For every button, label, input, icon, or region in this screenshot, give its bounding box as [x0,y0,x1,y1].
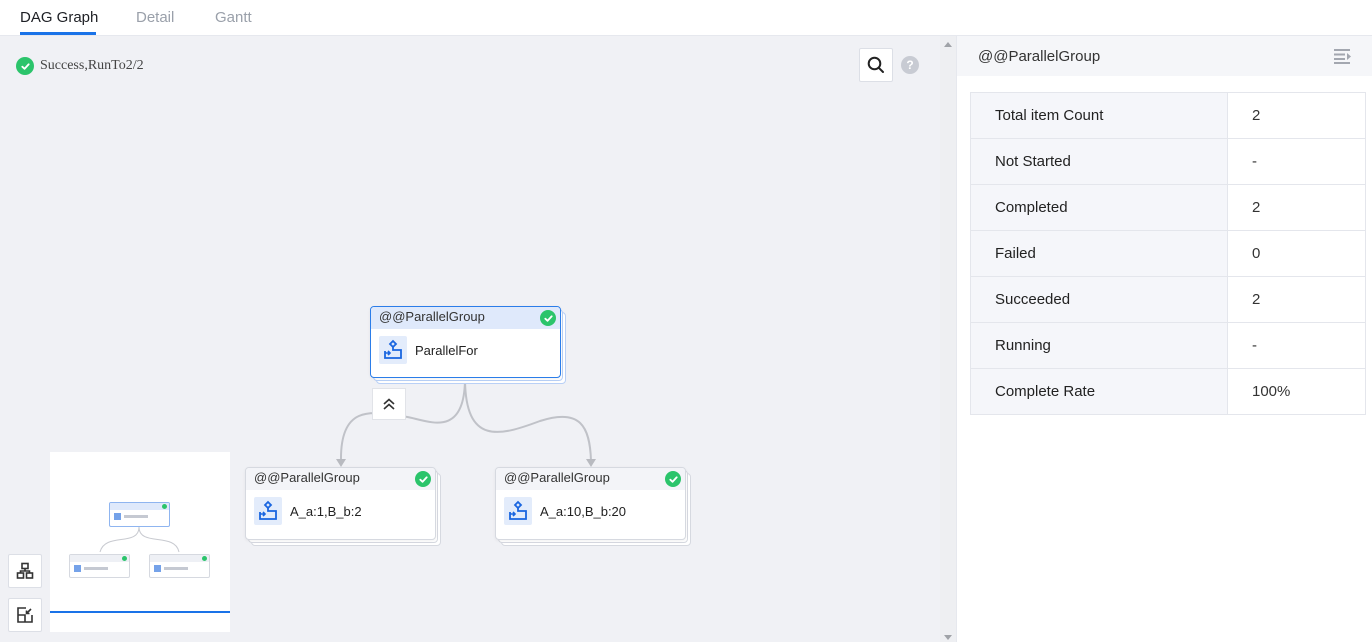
double-chevron-up-icon [383,398,395,410]
minimap-edges [99,526,180,553]
detail-panel: @@ParallelGroup Total item Count 2 Not St… [956,36,1372,642]
node-group-label: @@ParallelGroup [504,470,610,485]
active-tab-indicator [20,32,96,35]
stat-key: Succeeded [970,276,1228,323]
dag-node-root[interactable]: @@ParallelGroup ParallelFor [370,306,566,384]
node-group-label: @@ParallelGroup [379,309,485,324]
table-row: Succeeded 2 [970,276,1366,323]
node-card[interactable]: @@ParallelGroup A_a:1,B_b:2 [245,467,436,540]
stat-value: 100% [1227,368,1366,415]
node-card[interactable]: @@ParallelGroup ParallelFor [370,306,561,378]
success-icon [415,471,431,487]
minimap-node [109,502,170,527]
panel-title: @@ParallelGroup [978,47,1101,65]
stat-value: 2 [1227,92,1366,139]
edge-root-child2 [464,377,592,462]
auto-layout-button[interactable] [8,554,42,588]
scroll-down-arrow[interactable] [944,635,952,640]
fit-view-button[interactable] [8,598,42,632]
dag-node-child1[interactable]: @@ParallelGroup A_a:1,B_b:2 [245,467,441,547]
minimap-viewport-indicator[interactable] [50,611,230,613]
collapse-panel-icon[interactable] [1334,48,1352,64]
stat-value: 2 [1227,184,1366,231]
edge-arrow [586,459,596,467]
tab-bar: DAG Graph Detail Gantt [0,0,1372,36]
stat-value: - [1227,322,1366,369]
node-group-label: @@ParallelGroup [254,470,360,485]
stat-key: Running [970,322,1228,369]
dag-canvas[interactable]: Success,RunTo2/2 ? @@ParallelGroup Paral… [0,36,956,642]
tab-detail[interactable]: Detail [136,9,174,26]
stat-key: Failed [970,230,1228,277]
node-label: A_a:1,B_b:2 [290,503,362,519]
table-row: Complete Rate 100% [970,368,1366,415]
stat-key: Not Started [970,138,1228,185]
parallel-for-icon [504,497,532,525]
stat-value: 2 [1227,276,1366,323]
node-card[interactable]: @@ParallelGroup A_a:10,B_b:20 [495,467,686,540]
success-icon [540,310,556,326]
table-row: Total item Count 2 [970,92,1366,139]
minimap-node [149,554,210,578]
minimap-node [69,554,130,578]
table-row: Failed 0 [970,230,1366,277]
table-row: Completed 2 [970,184,1366,231]
tab-dag-graph[interactable]: DAG Graph [20,9,98,26]
parallel-for-icon [379,336,407,364]
table-row: Not Started - [970,138,1366,185]
minimap[interactable] [50,452,230,632]
table-row: Running - [970,322,1366,369]
parallel-for-icon [254,497,282,525]
stats-table: Total item Count 2 Not Started - Completed… [970,92,1366,415]
vertical-scrollbar[interactable] [940,36,956,642]
hierarchy-icon [16,562,34,579]
stat-key: Complete Rate [970,368,1228,415]
scroll-up-arrow[interactable] [944,42,952,47]
collapse-children-button[interactable] [372,388,406,420]
fit-to-screen-icon [17,607,33,623]
stat-key: Completed [970,184,1228,231]
tab-gantt[interactable]: Gantt [215,9,252,26]
panel-header: @@ParallelGroup [957,36,1372,76]
stat-value: 0 [1227,230,1366,277]
edge-arrow [336,459,346,467]
stat-key: Total item Count [970,92,1228,139]
node-label: ParallelFor [415,342,478,358]
stat-value: - [1227,138,1366,185]
success-icon [665,471,681,487]
node-label: A_a:10,B_b:20 [540,503,627,519]
dag-node-child2[interactable]: @@ParallelGroup A_a:10,B_b:20 [495,467,691,547]
